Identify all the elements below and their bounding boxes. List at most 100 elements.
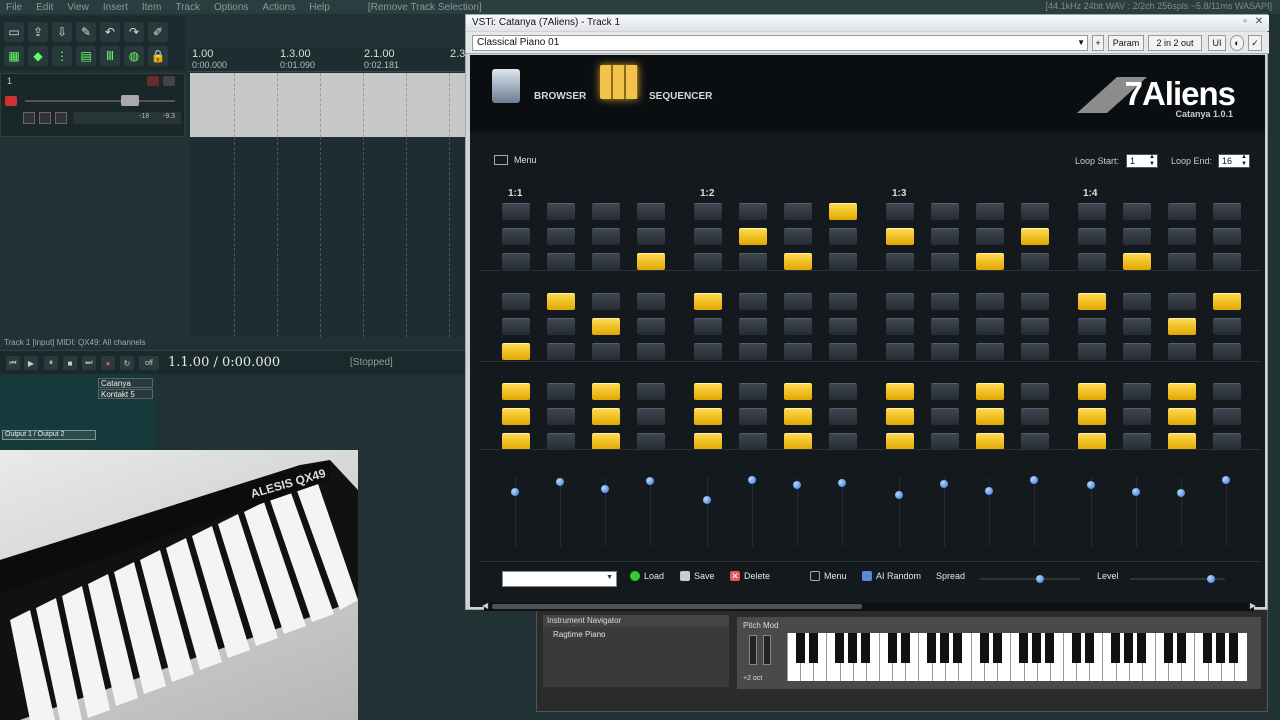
velocity-knob[interactable] (556, 478, 564, 486)
virtual-keyboard[interactable] (787, 633, 1247, 681)
solo-button[interactable] (163, 76, 175, 86)
velocity-track[interactable] (560, 477, 561, 547)
grid-icon[interactable]: ▦ (4, 46, 24, 66)
step-cell[interactable] (502, 318, 530, 335)
velocity-knob[interactable] (895, 490, 903, 499)
step-cell[interactable] (931, 228, 959, 245)
step-cell[interactable] (1168, 293, 1196, 310)
record-arm-button[interactable] (5, 96, 17, 106)
octave-label[interactable]: +2 oct (743, 675, 762, 682)
step-cell[interactable] (784, 293, 812, 310)
arrange-view-item-area[interactable] (190, 73, 468, 137)
step-cell[interactable] (547, 293, 575, 310)
step-cell[interactable] (886, 408, 914, 425)
step-cell[interactable] (592, 253, 620, 270)
step-cell[interactable] (1123, 318, 1151, 335)
step-cell[interactable] (1078, 293, 1106, 310)
new-project-icon[interactable]: ▭ (4, 22, 24, 42)
step-cell[interactable] (1078, 433, 1106, 450)
undo-icon[interactable]: ↶ (100, 22, 120, 42)
close-icon[interactable]: ✕ (1253, 16, 1265, 28)
menu-button[interactable]: Menu (514, 155, 537, 165)
step-cell[interactable] (784, 253, 812, 270)
step-cell[interactable] (931, 203, 959, 220)
velocity-knob[interactable] (601, 485, 609, 493)
velocity-track[interactable] (650, 477, 651, 547)
step-cell[interactable] (976, 318, 1004, 335)
step-cell[interactable] (739, 253, 767, 270)
stop-icon[interactable]: ■ (63, 356, 77, 370)
step-cell[interactable] (1168, 383, 1196, 400)
step-cell[interactable] (1078, 253, 1106, 270)
envelope-icon[interactable]: Ⅲ (100, 46, 120, 66)
arrange-view-empty[interactable] (190, 137, 468, 337)
fx-slot-kontakt[interactable]: Kontakt 5 (98, 389, 153, 399)
step-cell[interactable] (739, 318, 767, 335)
step-cell[interactable] (547, 228, 575, 245)
velocity-track[interactable] (842, 477, 843, 547)
step-cell[interactable] (976, 228, 1004, 245)
step-cell[interactable] (1168, 253, 1196, 270)
step-cell[interactable] (829, 343, 857, 360)
black-key[interactable] (1176, 633, 1186, 663)
step-cell[interactable] (1021, 253, 1049, 270)
pause-icon[interactable]: ⏸ (44, 356, 58, 370)
step-cell[interactable] (592, 408, 620, 425)
menu-track[interactable]: Track (175, 2, 200, 13)
black-key[interactable] (848, 633, 858, 663)
play-icon[interactable]: ▶ (24, 356, 38, 370)
step-cell[interactable] (886, 383, 914, 400)
menu-remove-selection[interactable]: [Remove Track Selection] (368, 2, 482, 13)
step-cell[interactable] (637, 318, 665, 335)
rewind-icon[interactable]: ⏮ (6, 356, 20, 370)
step-cell[interactable] (886, 228, 914, 245)
navigator-item[interactable]: Ragtime Piano (543, 630, 729, 639)
step-cell[interactable] (976, 433, 1004, 450)
step-cell[interactable] (502, 203, 530, 220)
step-cell[interactable] (739, 293, 767, 310)
black-key[interactable] (861, 633, 871, 663)
step-cell[interactable] (1168, 318, 1196, 335)
fx-button[interactable] (39, 112, 51, 124)
velocity-knob[interactable] (703, 496, 711, 504)
step-cell[interactable] (1123, 433, 1151, 450)
step-cell[interactable] (784, 383, 812, 400)
step-cell[interactable] (694, 343, 722, 360)
step-cell[interactable] (547, 343, 575, 360)
step-cell[interactable] (592, 318, 620, 335)
menu-actions[interactable]: Actions (262, 2, 295, 13)
step-cell[interactable] (1078, 318, 1106, 335)
io-routing-button[interactable]: 2 in 2 out (1148, 35, 1202, 51)
step-cell[interactable] (1123, 203, 1151, 220)
enable-checkbox[interactable]: ✓ (1248, 35, 1262, 51)
step-cell[interactable] (739, 343, 767, 360)
step-cell[interactable] (637, 343, 665, 360)
step-cell[interactable] (1213, 228, 1241, 245)
step-cell[interactable] (1168, 343, 1196, 360)
step-cell[interactable] (502, 343, 530, 360)
scroll-right-icon[interactable]: ▶ (1250, 601, 1256, 610)
speaker-icon[interactable] (492, 69, 520, 103)
off-toggle[interactable]: off (139, 356, 159, 370)
step-cell[interactable] (976, 203, 1004, 220)
timeline-ruler[interactable]: 1.00 0:00.000 1.3.00 0:01.090 2.1.00 0:02.1… (188, 47, 468, 72)
step-cell[interactable] (547, 253, 575, 270)
step-cell[interactable] (592, 293, 620, 310)
step-cell[interactable] (976, 293, 1004, 310)
step-cell[interactable] (976, 383, 1004, 400)
step-cell[interactable] (1213, 203, 1241, 220)
mod-wheel[interactable] (763, 635, 771, 665)
step-cell[interactable] (1123, 293, 1151, 310)
ai-random-button[interactable]: AI Random (862, 571, 921, 581)
step-cell[interactable] (694, 433, 722, 450)
step-cell[interactable] (1021, 228, 1049, 245)
step-cell[interactable] (547, 203, 575, 220)
step-cell[interactable] (637, 433, 665, 450)
level-knob[interactable] (1206, 575, 1215, 583)
loop-start-stepper[interactable]: 1 ▲ ▼ (1126, 154, 1158, 168)
step-cell[interactable] (1078, 228, 1106, 245)
black-key[interactable] (979, 633, 989, 663)
step-cell[interactable] (1021, 343, 1049, 360)
velocity-track[interactable] (1034, 477, 1035, 547)
step-cell[interactable] (1021, 383, 1049, 400)
